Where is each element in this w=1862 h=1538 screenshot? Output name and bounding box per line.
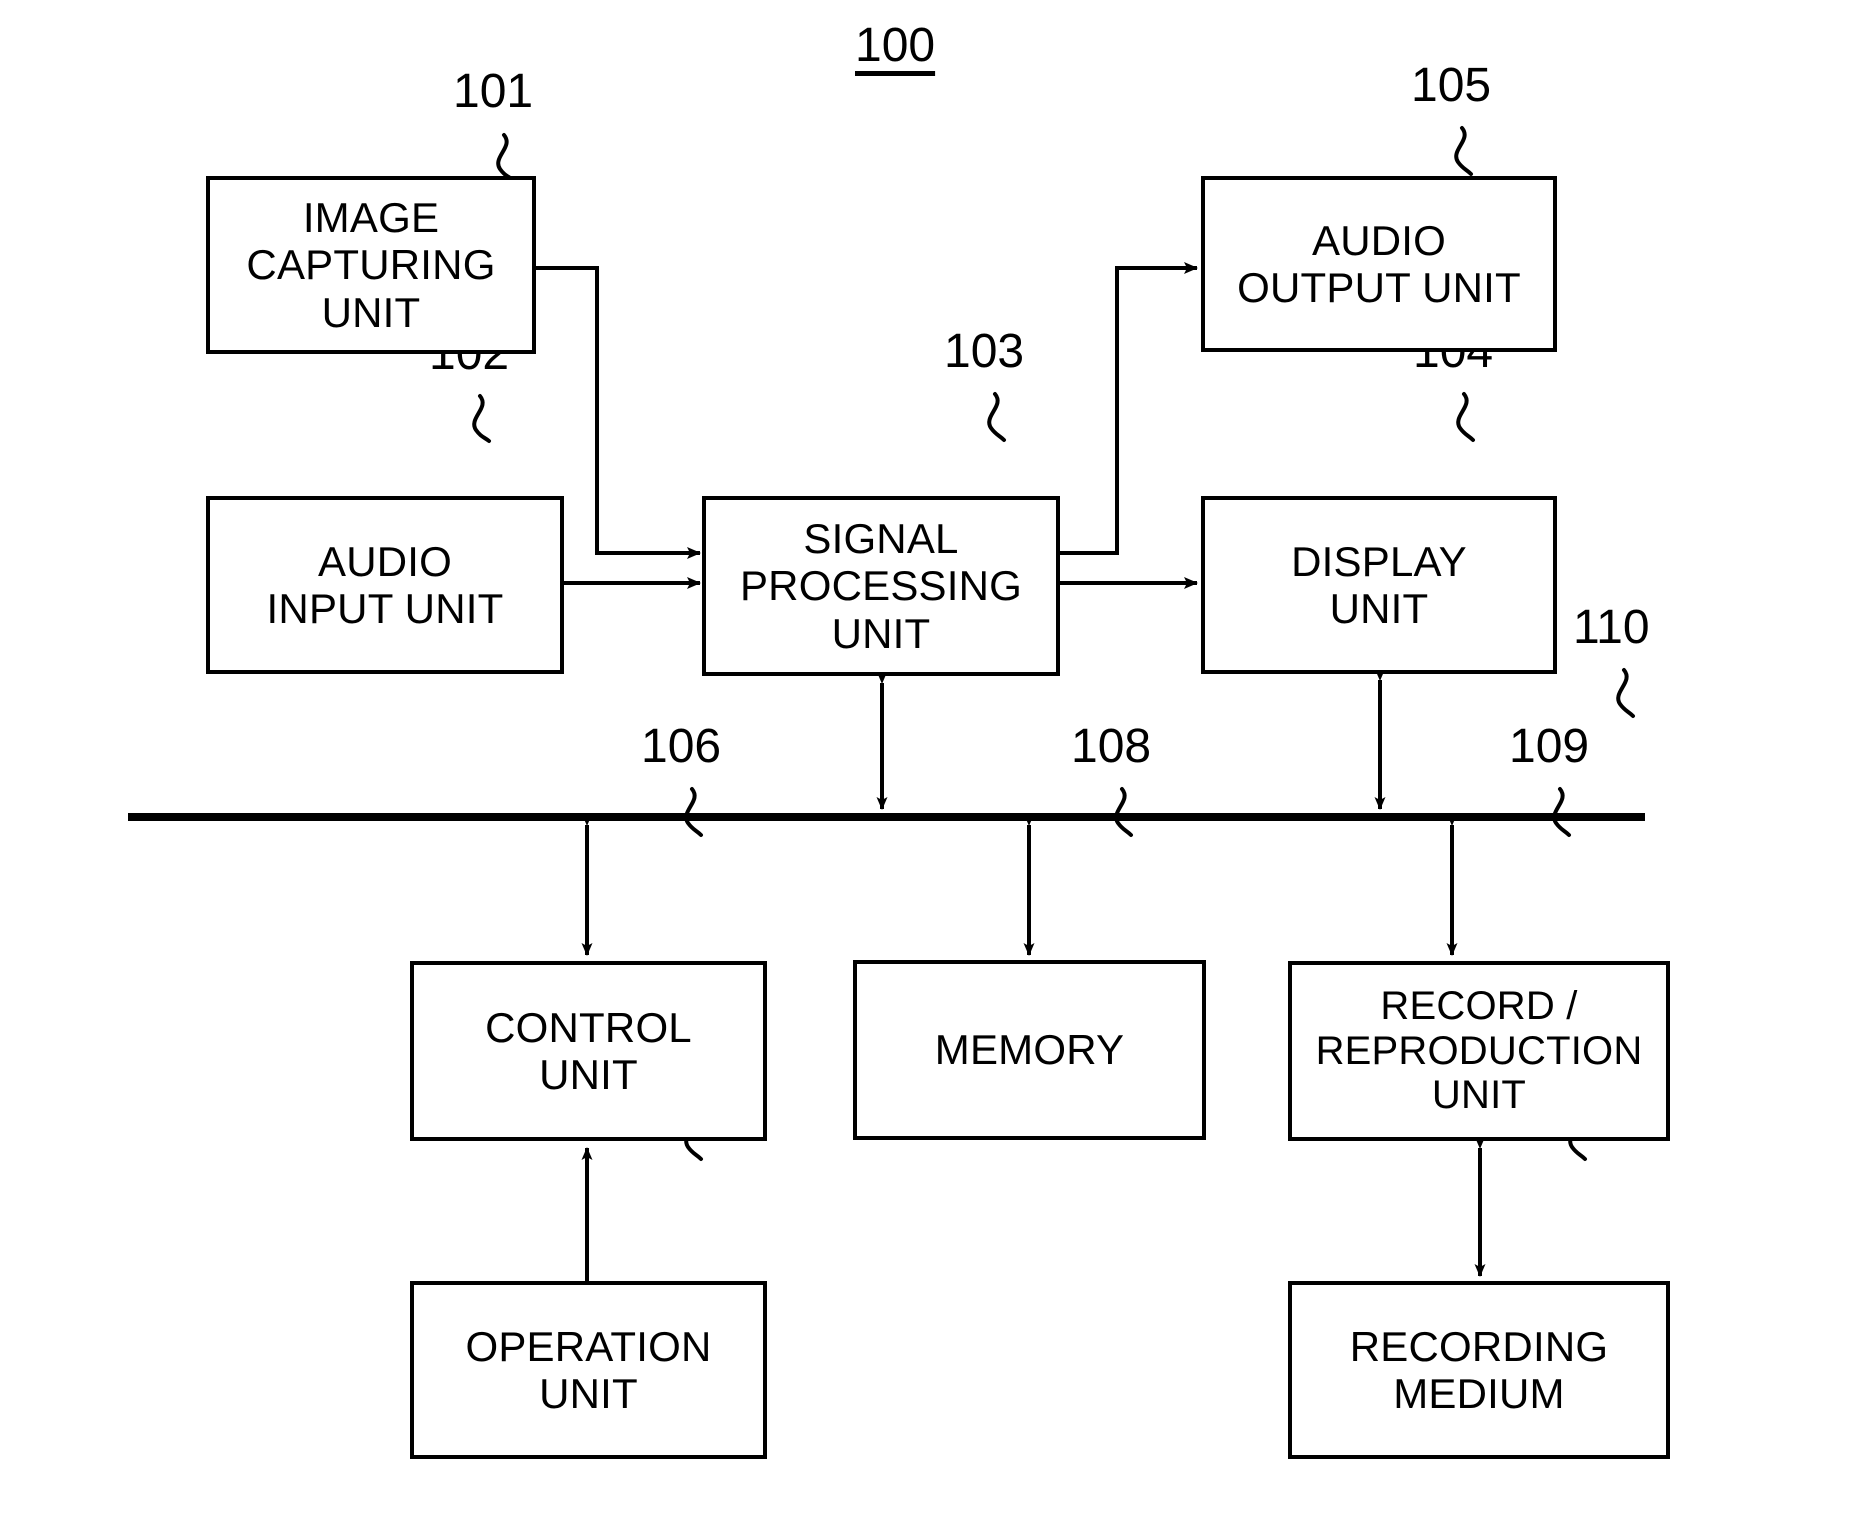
leader-102 — [472, 394, 491, 443]
block-signal-processing-unit: SIGNAL PROCESSING UNIT — [702, 496, 1060, 676]
block-display-unit: DISPLAY UNIT — [1201, 496, 1557, 674]
leader-109 — [1552, 787, 1571, 837]
reference-numeral-103: 103 — [944, 325, 1025, 378]
block-image-capturing-unit-label: IMAGE CAPTURING UNIT — [246, 194, 496, 336]
reference-numeral-110: 110 — [1573, 601, 1650, 654]
block-record-reproduction-unit: RECORD / REPRODUCTION UNIT — [1288, 961, 1670, 1141]
leader-103 — [987, 392, 1006, 442]
connector-signal-processing-to-audio-output — [1058, 262, 1198, 555]
block-recording-medium: RECORDING MEDIUM — [1288, 1281, 1670, 1459]
figure-reference-100: 100 — [855, 19, 936, 72]
reference-numeral-105: 105 — [1411, 59, 1492, 112]
block-signal-processing-unit-label: SIGNAL PROCESSING UNIT — [739, 515, 1023, 657]
block-operation-unit-label: OPERATION UNIT — [465, 1322, 712, 1417]
reference-numeral-101: 101 — [453, 65, 534, 118]
block-record-reproduction-unit-label: RECORD / REPRODUCTION UNIT — [1315, 983, 1643, 1118]
block-audio-input-unit-label: AUDIO INPUT UNIT — [266, 537, 504, 632]
leader-108 — [1114, 787, 1133, 837]
reference-numeral-106: 106 — [641, 720, 722, 773]
block-operation-unit: OPERATION UNIT — [410, 1281, 767, 1459]
block-display-unit-label: DISPLAY UNIT — [1291, 537, 1467, 632]
reference-numeral-108: 108 — [1071, 720, 1152, 773]
block-memory-label: MEMORY — [934, 1026, 1125, 1074]
block-control-unit-label: CONTROL UNIT — [485, 1003, 692, 1098]
leader-106 — [684, 787, 703, 837]
block-control-unit: CONTROL UNIT — [410, 961, 767, 1141]
leader-105 — [1454, 126, 1473, 176]
leader-101 — [496, 133, 515, 182]
leader-110 — [1616, 668, 1635, 718]
block-memory: MEMORY — [853, 960, 1206, 1140]
block-audio-output-unit: AUDIO OUTPUT UNIT — [1201, 176, 1557, 352]
block-recording-medium-label: RECORDING MEDIUM — [1349, 1322, 1609, 1417]
block-diagram-figure: 100 101 102 103 104 105 106 107 108 109 … — [0, 0, 1862, 1538]
block-image-capturing-unit: IMAGE CAPTURING UNIT — [206, 176, 536, 354]
block-audio-output-unit-label: AUDIO OUTPUT UNIT — [1237, 216, 1521, 311]
leader-104 — [1456, 392, 1475, 442]
block-audio-input-unit: AUDIO INPUT UNIT — [206, 496, 564, 674]
reference-numeral-109: 109 — [1509, 720, 1590, 773]
